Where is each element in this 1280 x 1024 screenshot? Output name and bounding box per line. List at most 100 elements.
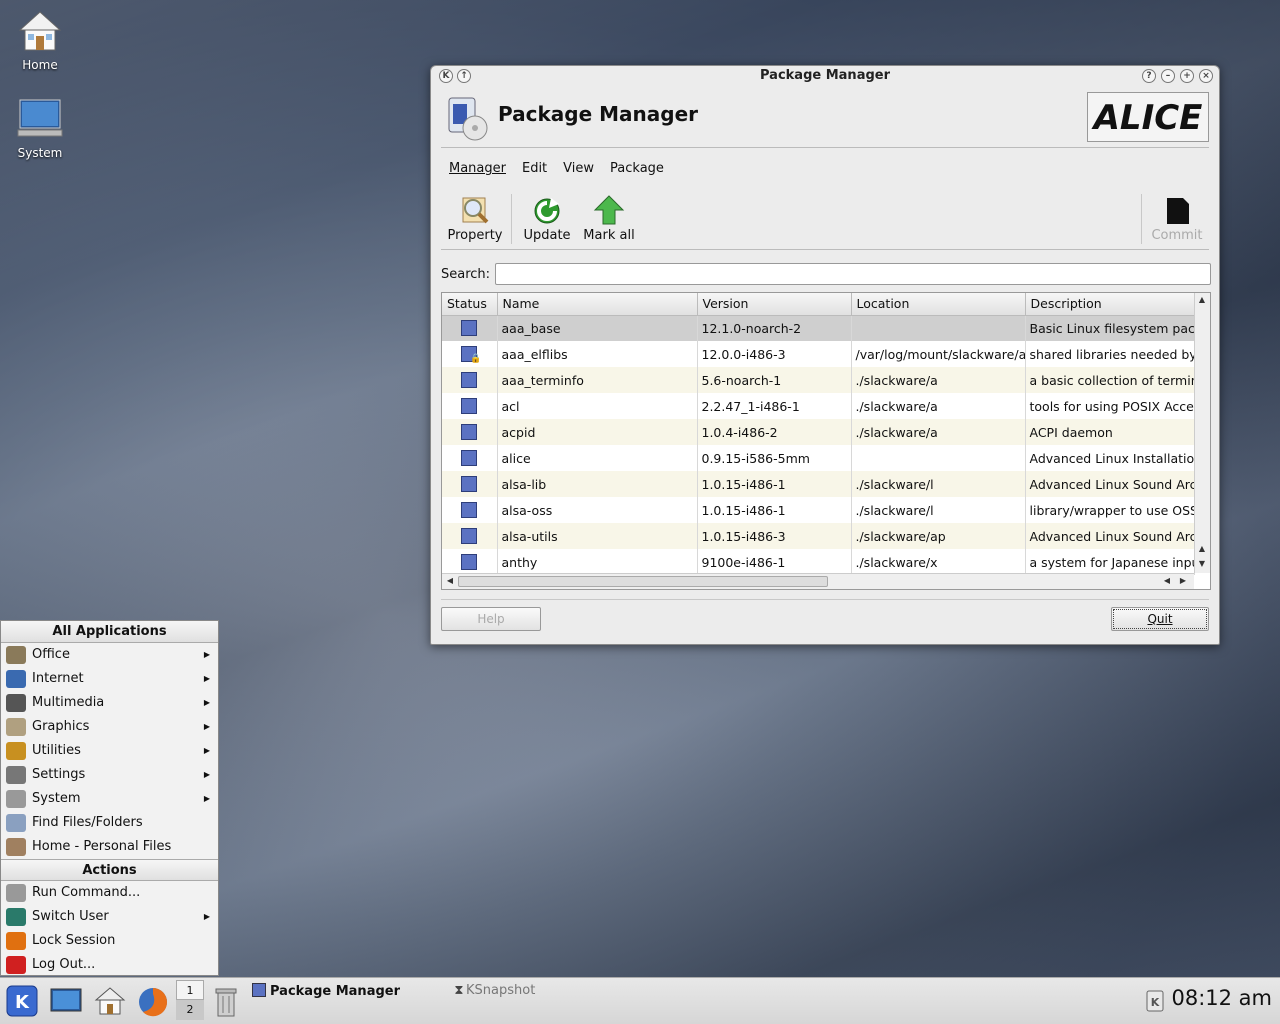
table-row[interactable]: aaa_terminfo 5.6-noarch-1 ./slackware/a a b… [442, 367, 1195, 393]
menu-edit[interactable]: Edit [522, 161, 547, 176]
scroll-right-icon[interactable]: ▶ [1176, 574, 1190, 588]
table-row[interactable]: alsa-utils 1.0.15-i486-3 ./slackware/ap Adv… [442, 523, 1195, 549]
minimize-icon[interactable]: – [1161, 69, 1175, 83]
scroll-up-icon[interactable]: ▲ [1195, 293, 1209, 307]
column-header-version[interactable]: Version [697, 293, 852, 316]
status-cell[interactable] [442, 471, 498, 497]
cell-description: a system for Japanese inpu [1025, 549, 1195, 575]
vertical-scrollbar[interactable]: ▲ ▲ ▼ [1194, 293, 1210, 573]
status-cell[interactable] [442, 523, 498, 549]
horizontal-scrollbar[interactable]: ◀ ◀ ▶ [442, 573, 1194, 589]
menu-item-switch-user[interactable]: Switch User ▶ [1, 905, 218, 929]
column-header-status[interactable]: Status [442, 293, 498, 316]
status-cell[interactable] [442, 419, 498, 445]
pager-desktop-2[interactable]: 2 [176, 1000, 204, 1020]
search-input[interactable] [495, 263, 1211, 285]
status-cell[interactable] [442, 497, 498, 523]
property-button[interactable]: Property [447, 194, 503, 243]
table-row[interactable]: acpid 1.0.4-i486-2 ./slackware/a ACPI daemo… [442, 419, 1195, 445]
table-row[interactable]: alsa-oss 1.0.15-i486-1 ./slackware/l librar… [442, 497, 1195, 523]
help-icon[interactable]: ? [1142, 69, 1156, 83]
trash-icon[interactable] [214, 986, 238, 1018]
status-checkbox[interactable] [461, 398, 478, 414]
task-package-manager[interactable]: Package Manager [252, 983, 400, 999]
menu-item-run-command[interactable]: Run Command... [1, 881, 218, 905]
table-row[interactable]: acl 2.2.47_1-i486-1 ./slackware/a tools for… [442, 393, 1195, 419]
menu-item-office[interactable]: Office ▶ [1, 643, 218, 667]
kde-menu-icon[interactable]: K [6, 985, 38, 1017]
status-checkbox[interactable]: 🔒 [461, 346, 481, 364]
menu-item-lock-session[interactable]: Lock Session [1, 929, 218, 953]
table-row[interactable]: aaa_base 12.1.0-noarch-2 Basic Linux files… [442, 315, 1195, 341]
menu-view[interactable]: View [563, 161, 594, 176]
menu-item-internet[interactable]: Internet ▶ [1, 667, 218, 691]
menu-item-icon [6, 884, 26, 902]
status-cell[interactable]: 🔒 [442, 341, 498, 367]
status-cell[interactable] [442, 315, 498, 341]
column-header-name[interactable]: Name [497, 293, 698, 316]
scroll-down-icon[interactable]: ▼ [1195, 557, 1209, 571]
task-ksnapshot[interactable]: ⧗ KSnapshot [452, 983, 535, 998]
column-header-location[interactable]: Location [851, 293, 1026, 316]
maximize-icon[interactable]: + [1180, 69, 1194, 83]
scroll-up-icon[interactable]: ▲ [1195, 542, 1209, 556]
menu-package[interactable]: Package [610, 161, 664, 176]
window-menu-icon[interactable]: K [439, 69, 453, 83]
menu-item-log-out[interactable]: Log Out... [1, 953, 218, 977]
status-checkbox[interactable] [461, 528, 478, 544]
column-header-description[interactable]: Description [1025, 293, 1195, 316]
status-checkbox[interactable] [461, 424, 478, 440]
clock[interactable]: 08:12 am [1171, 986, 1272, 1010]
status-checkbox[interactable] [461, 320, 478, 337]
menu-item-label: System [32, 791, 81, 806]
status-checkbox[interactable] [461, 372, 478, 388]
table-row[interactable]: alsa-lib 1.0.15-i486-1 ./slackware/l Advanc… [442, 471, 1195, 497]
menu-item-home-personal-files[interactable]: Home - Personal Files [1, 835, 218, 859]
pager-desktop-1[interactable]: 1 [176, 980, 204, 1000]
mark-all-button[interactable]: Mark all [583, 194, 635, 243]
status-checkbox[interactable] [461, 554, 478, 570]
cell-name: aaa_base [497, 315, 698, 341]
menu-item-multimedia[interactable]: Multimedia ▶ [1, 691, 218, 715]
table-row[interactable]: 🔒 aaa_elflibs 12.0.0-i486-3/var/log/mount/… [442, 341, 1195, 367]
close-icon[interactable]: × [1199, 69, 1213, 83]
table-row[interactable]: anthy 9100e-i486-1 ./slackware/x a system f… [442, 549, 1195, 575]
home-icon[interactable] [94, 986, 126, 1016]
sd-card-icon [1167, 198, 1189, 224]
quit-button[interactable]: Quit [1111, 607, 1209, 631]
update-button[interactable]: Update [521, 194, 573, 243]
menu-item-label: Graphics [32, 719, 90, 734]
firefox-icon[interactable] [137, 986, 169, 1018]
status-cell[interactable] [442, 367, 498, 393]
status-cell[interactable] [442, 549, 498, 575]
status-cell[interactable] [442, 445, 498, 471]
desktop-icon[interactable] [50, 988, 82, 1014]
desktop-pager[interactable]: 1 2 [176, 980, 204, 1022]
status-cell[interactable] [442, 393, 498, 419]
menu-item-system[interactable]: System ▶ [1, 787, 218, 811]
menu-item-find-files-folders[interactable]: Find Files/Folders [1, 811, 218, 835]
cell-description: ACPI daemon [1025, 419, 1195, 445]
scroll-thumb[interactable] [458, 576, 828, 587]
menu-item-utilities[interactable]: Utilities ▶ [1, 739, 218, 763]
title-bar[interactable]: K ↑ Package Manager ? – + × [431, 66, 1219, 86]
help-button[interactable]: Help [441, 607, 541, 631]
status-checkbox[interactable] [461, 450, 478, 466]
status-checkbox[interactable] [461, 502, 478, 518]
status-checkbox[interactable] [461, 476, 478, 492]
submenu-arrow-icon: ▶ [203, 650, 210, 659]
scroll-left-icon[interactable]: ◀ [443, 574, 457, 588]
menu-item-settings[interactable]: Settings ▶ [1, 763, 218, 787]
system-tray-icon[interactable]: K [1145, 989, 1165, 1013]
desktop-icon-system[interactable]: System [0, 96, 80, 160]
keep-above-icon[interactable]: ↑ [457, 69, 471, 83]
desktop-icon-home[interactable]: Home [0, 8, 80, 72]
package-table[interactable]: Status Name Version Location Description… [441, 292, 1211, 590]
menu-item-graphics[interactable]: Graphics ▶ [1, 715, 218, 739]
package-manager-window[interactable]: K ↑ Package Manager ? – + × Package Mana… [430, 65, 1220, 645]
commit-button[interactable]: Commit [1149, 194, 1205, 243]
table-row[interactable]: alice 0.9.15-i586-5mm Advanced Linux Insta… [442, 445, 1195, 471]
cell-description: Advanced Linux Sound Arc [1025, 471, 1195, 497]
scroll-left-icon[interactable]: ◀ [1160, 574, 1174, 588]
menu-manager[interactable]: Manager [449, 161, 506, 176]
